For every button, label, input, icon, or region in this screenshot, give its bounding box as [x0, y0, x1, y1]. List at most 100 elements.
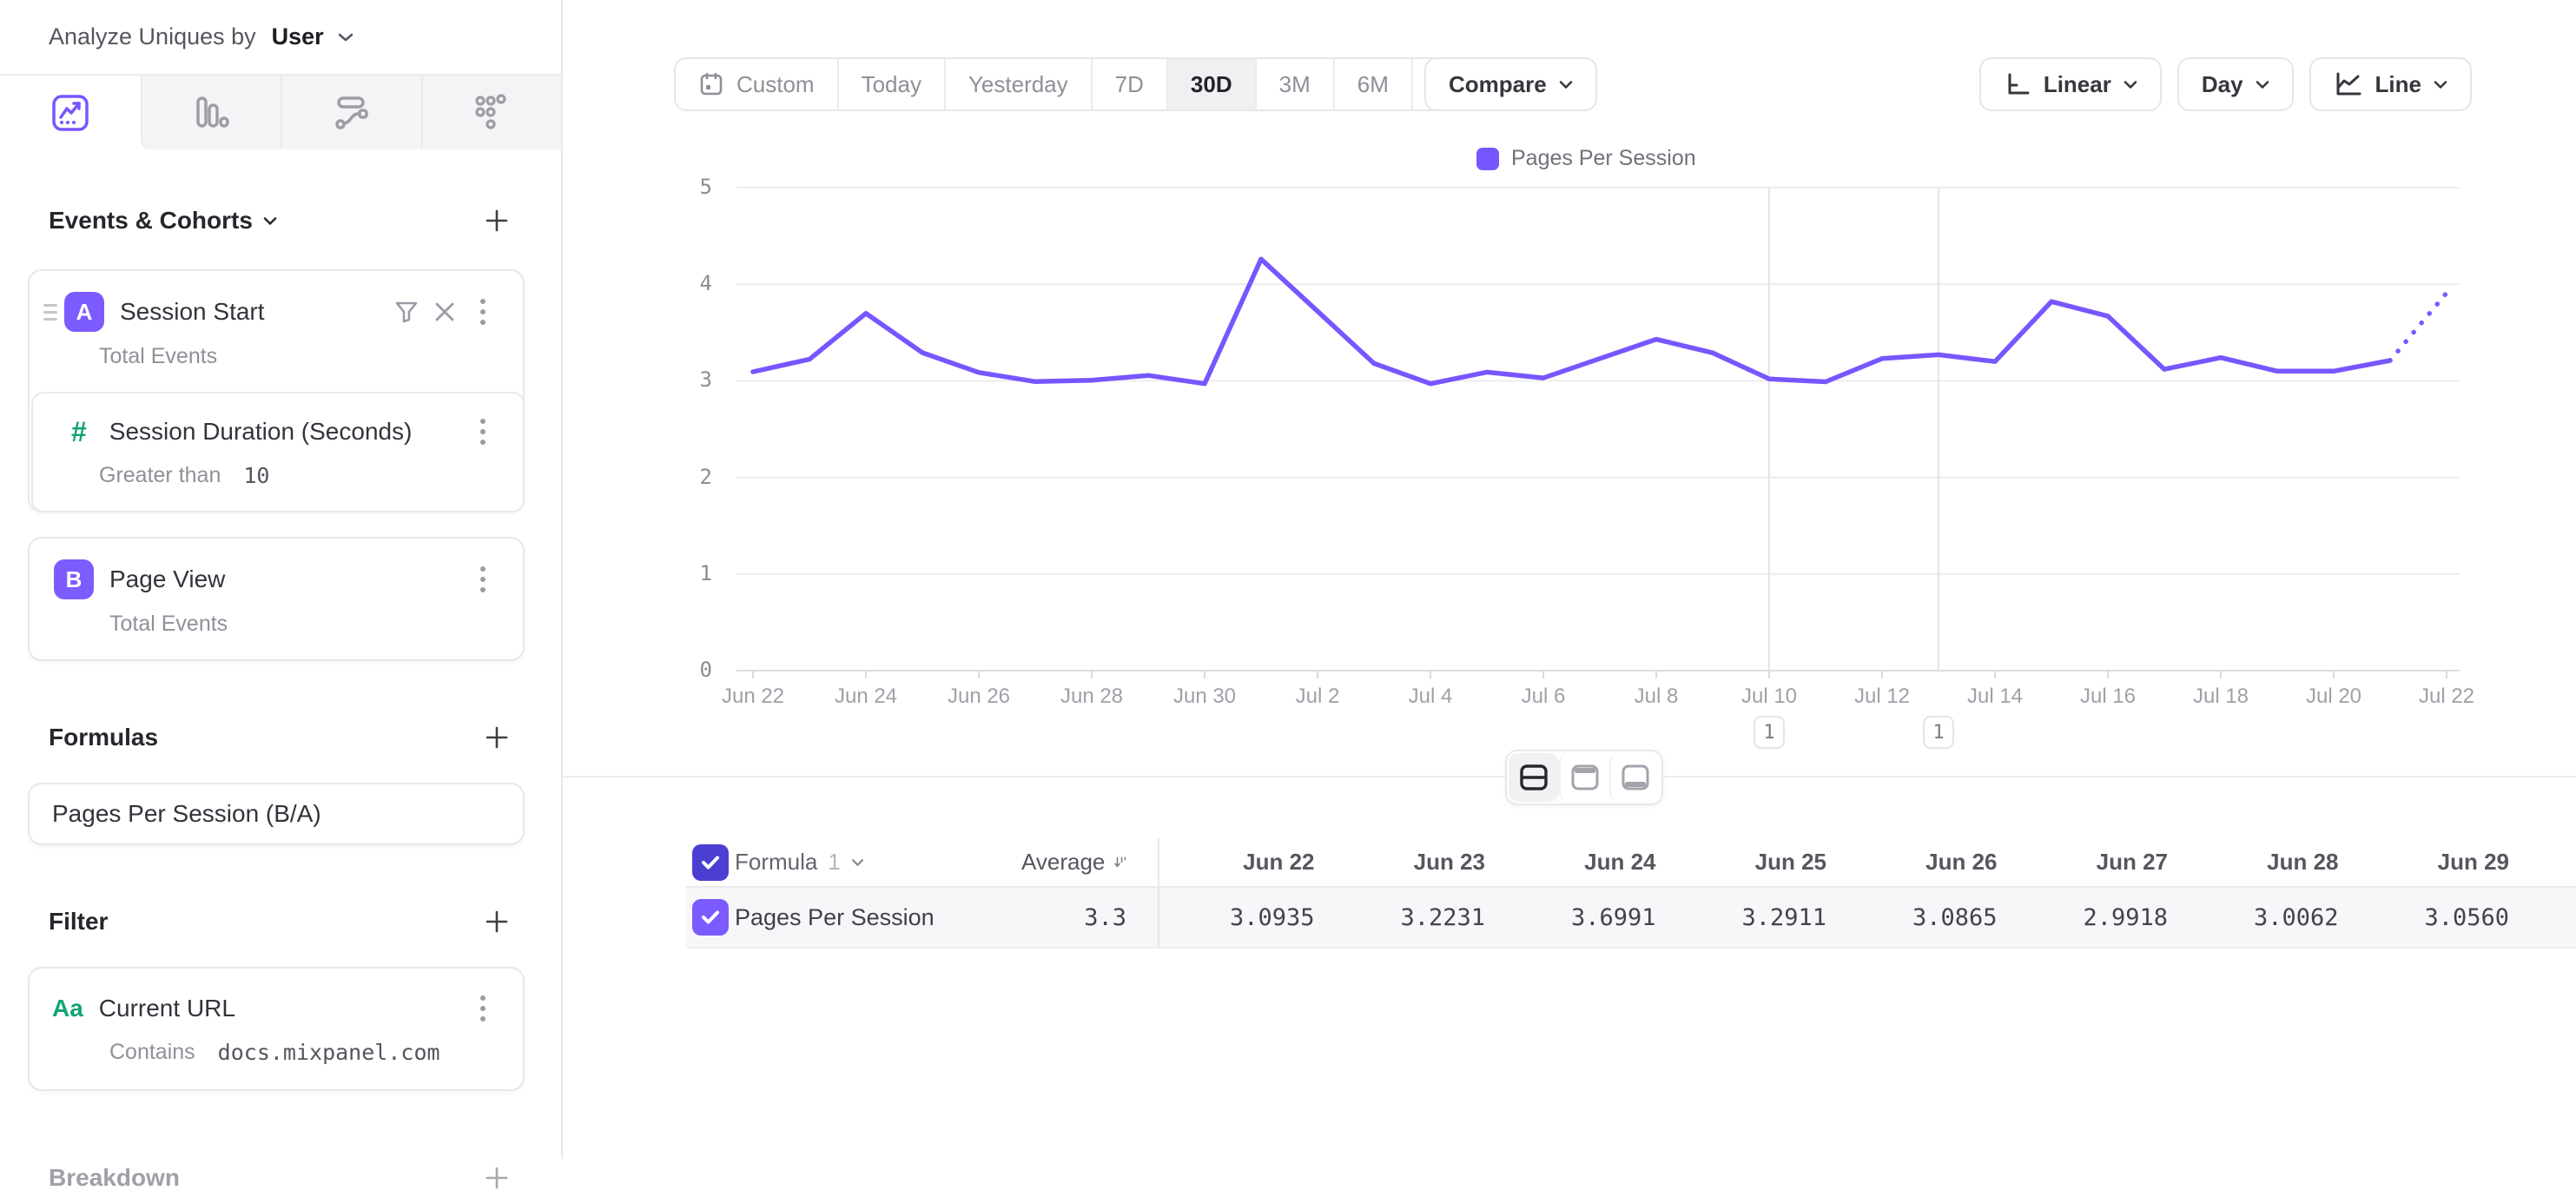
interval-label: Day [2202, 71, 2243, 98]
date-column-header[interactable]: Jun 26 [1842, 849, 2013, 876]
text-property-icon: Aa [52, 995, 83, 1022]
average-column-header[interactable]: Average [1021, 849, 1137, 876]
series-column-header[interactable]: Formula 1 [735, 849, 1021, 876]
more-options-icon[interactable] [464, 413, 502, 451]
add-formula-button[interactable] [478, 718, 516, 757]
x-tick-label: Jul 6 [1483, 684, 1604, 709]
more-options-icon[interactable] [464, 560, 502, 598]
date-column-header[interactable]: Jun 27 [2013, 849, 2184, 876]
compare-label: Compare [1449, 71, 1547, 98]
property-card-session-duration[interactable]: # Session Duration (Seconds) Greater tha… [31, 392, 525, 513]
x-tick-label: Jul 4 [1370, 684, 1491, 709]
scale-dropdown[interactable]: Linear [1979, 57, 2162, 111]
property-operator[interactable]: Greater than [99, 463, 221, 488]
property-value[interactable]: 10 [243, 463, 269, 488]
analyze-by-value[interactable]: User [272, 23, 324, 50]
chevron-down-icon [2434, 80, 2447, 89]
compare-button[interactable]: Compare [1424, 57, 1597, 111]
event-name[interactable]: Page View [109, 565, 464, 593]
cell-value: 2.9918 [2013, 904, 2184, 931]
y-tick-label: 1 [563, 561, 712, 585]
event-name[interactable]: Session Start [120, 298, 387, 326]
filter-value[interactable]: docs.mixpanel.com [218, 1040, 440, 1065]
filter-card-current-url[interactable]: Aa Current URL Contains docs.mixpanel.co… [28, 967, 525, 1091]
table-view-button[interactable] [1609, 753, 1660, 802]
events-section-header: Events & Cohorts [0, 202, 561, 240]
y-tick-label: 2 [563, 465, 712, 489]
chart-view-icon [1570, 764, 1600, 791]
range-6m[interactable]: 6M [1333, 59, 1411, 109]
formula-card[interactable]: Pages Per Session (B/A) [28, 783, 525, 845]
cell-value: 3.2231 [1331, 904, 1502, 931]
chevron-down-icon [2124, 80, 2137, 89]
date-column-header[interactable]: Jun 23 [1331, 849, 1502, 876]
drag-handle-icon[interactable] [43, 304, 61, 321]
table-row[interactable]: Pages Per Session 3.3 3.09353.22313.6991… [686, 888, 2576, 949]
annotation-badge[interactable]: 1 [1923, 716, 1954, 749]
series-badge-a: A [64, 292, 104, 332]
range-yesterday[interactable]: Yesterday [944, 59, 1091, 109]
event-measure[interactable]: Total Events [109, 612, 228, 637]
x-tick-label: Jun 28 [1031, 684, 1153, 709]
series-line[interactable] [753, 259, 2390, 383]
sidebar: Analyze Uniques by User [0, 0, 563, 1159]
breakdown-section-title: Breakdown [49, 1164, 180, 1192]
event-card-session-start[interactable]: A Session Start Total Events # Session D… [28, 269, 525, 513]
chart-type-dropdown[interactable]: Line [2309, 57, 2472, 111]
chart-view-button[interactable] [1559, 753, 1609, 802]
events-section-title: Events & Cohorts [49, 207, 253, 235]
date-range-selector: CustomTodayYesterday7D30D3M6M12M [674, 57, 1503, 111]
annotation-badge[interactable]: 1 [1754, 716, 1785, 749]
series-label: Formula [735, 849, 817, 876]
event-card-page-view[interactable]: B Page View Total Events [28, 537, 525, 661]
tab-funnels[interactable] [141, 76, 281, 149]
chevron-down-icon[interactable] [338, 32, 353, 43]
y-tick-label: 4 [563, 271, 712, 295]
x-tick-label: Jul 20 [2273, 684, 2394, 709]
date-column-header[interactable]: Jun 29 [2355, 849, 2526, 876]
property-name[interactable]: Session Duration (Seconds) [109, 418, 464, 446]
analyze-by-bar: Analyze Uniques by User [0, 0, 561, 76]
range-3m[interactable]: 3M [1255, 59, 1333, 109]
event-measure[interactable]: Total Events [99, 344, 217, 369]
breakdown-section-header: Breakdown [0, 1159, 561, 1197]
filter-section-header: Filter [0, 903, 561, 941]
chart-type-label: Line [2375, 71, 2421, 98]
interval-dropdown[interactable]: Day [2177, 57, 2294, 111]
filter-operator[interactable]: Contains [109, 1040, 195, 1065]
y-tick-label: 5 [563, 175, 712, 199]
legend-swatch [1476, 148, 1499, 170]
analyze-by-label: Analyze Uniques by [49, 23, 256, 50]
range-custom[interactable]: Custom [676, 59, 837, 109]
line-chart[interactable] [715, 174, 2576, 695]
range-30d[interactable]: 30D [1166, 59, 1255, 109]
date-column-header[interactable]: Jun 22 [1159, 849, 1331, 876]
chart-legend[interactable]: Pages Per Session [1476, 146, 1696, 171]
remove-event-icon[interactable] [426, 293, 464, 331]
tab-flows[interactable] [281, 76, 421, 149]
range-today[interactable]: Today [837, 59, 944, 109]
select-all-checkbox[interactable] [692, 844, 729, 881]
date-column-header[interactable]: Jun 28 [2183, 849, 2355, 876]
x-tick-label: Jul 22 [2386, 684, 2507, 709]
tab-insights[interactable] [0, 76, 141, 149]
add-breakdown-button[interactable] [478, 1159, 516, 1197]
more-options-icon[interactable] [464, 989, 502, 1028]
x-tick-label: Jul 18 [2160, 684, 2282, 709]
row-series-name: Pages Per Session [735, 904, 1021, 931]
date-column-header[interactable]: Jun 25 [1672, 849, 1843, 876]
row-checkbox[interactable] [692, 899, 729, 936]
add-event-button[interactable] [478, 202, 516, 240]
flow-icon [331, 92, 373, 134]
filter-property-name[interactable]: Current URL [99, 995, 464, 1022]
split-view-button[interactable] [1509, 753, 1559, 802]
chevron-down-icon[interactable] [263, 216, 277, 226]
add-filter-button[interactable] [478, 903, 516, 941]
date-column-header[interactable]: Jun 24 [1501, 849, 1672, 876]
more-options-icon[interactable] [464, 293, 502, 331]
tab-retention[interactable] [421, 76, 562, 149]
formula-expression[interactable]: Pages Per Session (B/A) [52, 800, 321, 828]
range-7d[interactable]: 7D [1091, 59, 1166, 109]
chevron-down-icon [1559, 80, 1573, 89]
filter-icon[interactable] [387, 293, 426, 331]
